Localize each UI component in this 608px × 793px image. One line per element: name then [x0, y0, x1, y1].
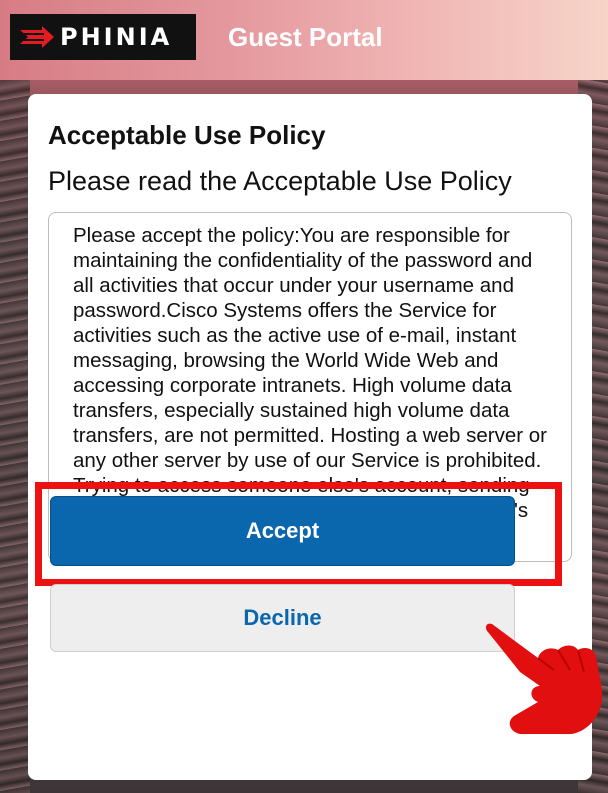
header-bar: PHINIA Guest Portal — [0, 0, 608, 80]
logo-text: PHINIA — [60, 23, 173, 51]
card-subtitle: Please read the Acceptable Use Policy — [48, 166, 512, 196]
pointing-hand-icon — [485, 623, 603, 734]
logo: PHINIA — [10, 14, 196, 60]
portal-title: Guest Portal — [228, 22, 383, 52]
phinia-arrow-logo-icon — [20, 26, 54, 48]
card-title: Acceptable Use Policy — [48, 120, 326, 150]
decline-button[interactable]: Decline — [50, 584, 515, 652]
accept-highlight-frame — [35, 482, 562, 586]
background-left — [0, 60, 30, 793]
